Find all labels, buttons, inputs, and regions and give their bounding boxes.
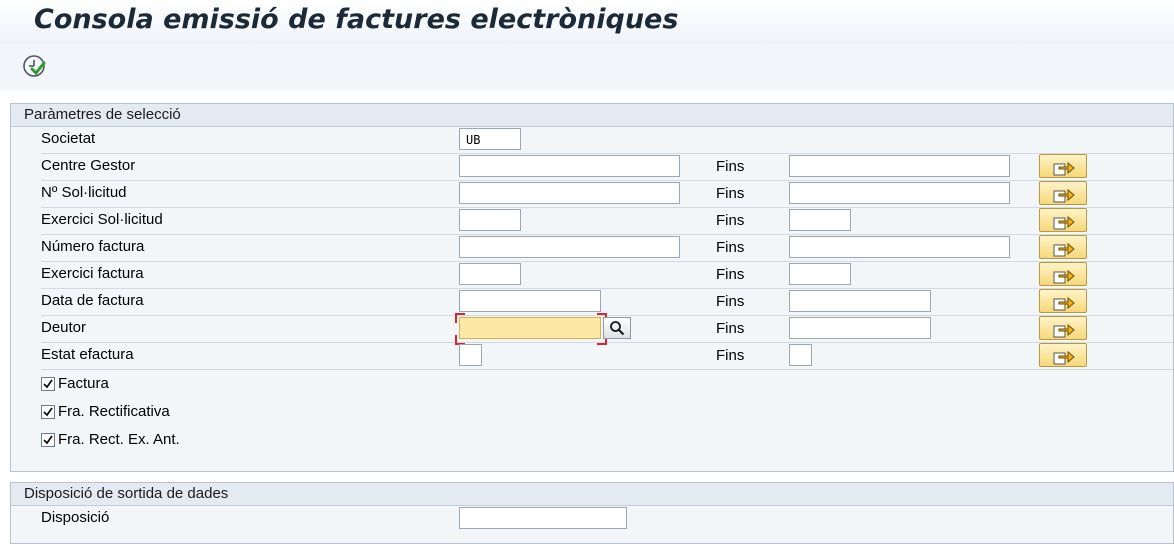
- data-factura-from-input[interactable]: [459, 290, 601, 312]
- exercici-factura-to-input[interactable]: [789, 263, 851, 285]
- page-title: Consola emissió de factures electrònique…: [34, 4, 679, 35]
- row-centre-gestor: Centre Gestor Fins: [41, 154, 1173, 181]
- row-estat-efactura: Estat efactura Fins: [41, 343, 1173, 370]
- checkbox-fra-rectificativa-label: Fra. Rectificativa: [58, 403, 170, 420]
- checkmark-icon: [43, 407, 53, 417]
- multiple-selection-button[interactable]: [1039, 289, 1087, 313]
- deutor-to-input[interactable]: [789, 317, 931, 339]
- fins-label: Fins: [716, 239, 745, 256]
- row-disposicio: Disposició: [41, 506, 1173, 532]
- output-layout-group: Disposició de sortida de dades Disposici…: [10, 482, 1174, 544]
- checkmark-icon: [43, 379, 53, 389]
- label-estat-efactura: Estat efactura: [41, 346, 134, 363]
- exercici-sollicitud-from-input[interactable]: [459, 209, 521, 231]
- label-data-factura: Data de factura: [41, 292, 144, 309]
- multiple-selection-button[interactable]: [1039, 154, 1087, 178]
- checkbox-fra-rect-ex-ant[interactable]: [41, 433, 55, 447]
- centre-gestor-from-input[interactable]: [459, 155, 680, 177]
- selection-group-header: Paràmetres de selecció: [11, 104, 1173, 127]
- deutor-search-help-button[interactable]: [603, 317, 631, 339]
- centre-gestor-to-input[interactable]: [789, 155, 1010, 177]
- numero-factura-to-input[interactable]: [789, 236, 1010, 258]
- multiple-selection-button[interactable]: [1039, 262, 1087, 286]
- deutor-from-input[interactable]: [459, 317, 601, 339]
- row-num-sollicitud: Nº Sol·licitud Fins: [41, 181, 1173, 208]
- exercici-factura-from-input[interactable]: [459, 263, 521, 285]
- societat-input[interactable]: UB: [459, 128, 521, 150]
- numero-factura-from-input[interactable]: [459, 236, 680, 258]
- checkbox-fra-rectificativa[interactable]: [41, 405, 55, 419]
- row-data-factura: Data de factura Fins: [41, 289, 1173, 316]
- multiple-selection-button[interactable]: [1039, 235, 1087, 259]
- multiple-selection-button[interactable]: [1039, 343, 1087, 367]
- checkbox-factura[interactable]: [41, 377, 55, 391]
- row-exercici-factura: Exercici factura Fins: [41, 262, 1173, 289]
- checkbox-fra-rect-ex-ant-label: Fra. Rect. Ex. Ant.: [58, 431, 180, 448]
- num-sollicitud-from-input[interactable]: [459, 182, 680, 204]
- multiple-selection-button[interactable]: [1039, 181, 1087, 205]
- fins-label: Fins: [716, 266, 745, 283]
- focus-corner: [455, 313, 465, 323]
- label-numero-factura: Número factura: [41, 238, 145, 255]
- multiple-selection-button[interactable]: [1039, 208, 1087, 232]
- label-exercici-sollicitud: Exercici Sol·licitud: [41, 211, 163, 228]
- estat-efactura-to-input[interactable]: [789, 344, 812, 366]
- checkmark-icon: [43, 435, 53, 445]
- data-factura-to-input[interactable]: [789, 290, 931, 312]
- output-group-header: Disposició de sortida de dades: [11, 483, 1173, 506]
- fins-label: Fins: [716, 320, 745, 337]
- selection-parameters-group: Paràmetres de selecció Societat UB Centr…: [10, 103, 1174, 472]
- label-disposicio: Disposició: [41, 509, 110, 526]
- fins-label: Fins: [716, 212, 745, 229]
- row-societat: Societat UB: [41, 127, 1173, 154]
- fins-label: Fins: [716, 293, 745, 310]
- estat-efactura-from-input[interactable]: [459, 344, 482, 366]
- execute-icon[interactable]: [22, 54, 46, 78]
- label-societat: Societat: [41, 130, 96, 147]
- multiple-selection-button[interactable]: [1039, 316, 1087, 340]
- label-centre-gestor: Centre Gestor: [41, 157, 136, 174]
- application-toolbar: [0, 44, 1174, 90]
- row-numero-factura: Número factura Fins: [41, 235, 1173, 262]
- checkbox-factura-label: Factura: [58, 375, 109, 392]
- magnifier-icon: [610, 321, 625, 336]
- label-num-sollicitud: Nº Sol·licitud: [41, 184, 127, 201]
- disposicio-input[interactable]: [459, 507, 627, 529]
- fins-label: Fins: [716, 185, 745, 202]
- exercici-sollicitud-to-input[interactable]: [789, 209, 851, 231]
- label-deutor: Deutor: [41, 319, 87, 336]
- row-exercici-sollicitud: Exercici Sol·licitud Fins: [41, 208, 1173, 235]
- fins-label: Fins: [716, 347, 745, 364]
- fins-label: Fins: [716, 158, 745, 175]
- title-bar: Consola emissió de factures electrònique…: [0, 0, 1174, 44]
- row-deutor: Deutor Fins: [41, 313, 1173, 345]
- label-exercici-factura: Exercici factura: [41, 265, 144, 282]
- num-sollicitud-to-input[interactable]: [789, 182, 1010, 204]
